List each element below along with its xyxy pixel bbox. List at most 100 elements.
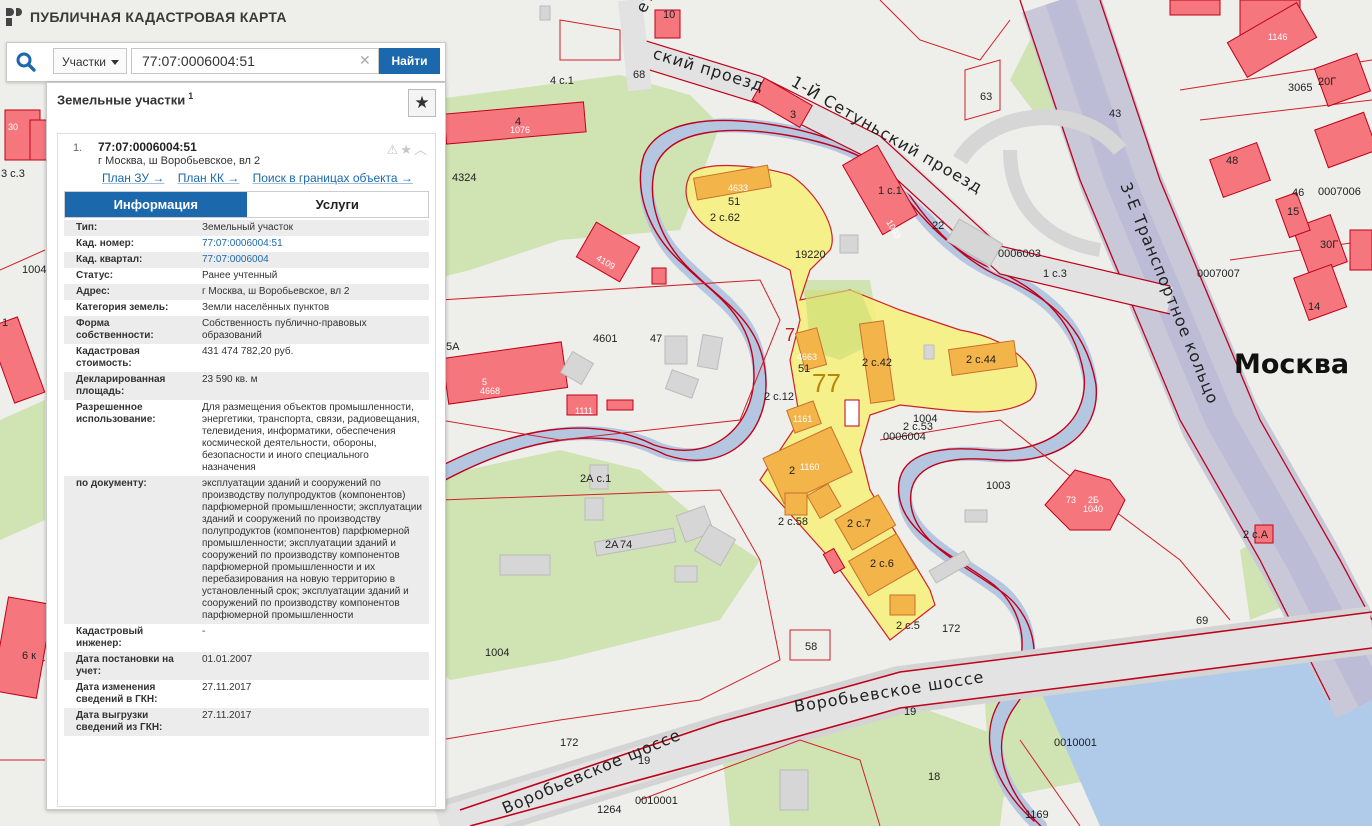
info-value: Собственность публично-правовых образова… [186,316,429,344]
info-row: по документу: эксплуатации зданий и соору… [64,476,429,624]
result-count: 1 [188,91,194,101]
svg-text:2 с.6: 2 с.6 [870,558,894,570]
info-value: 27.11.2017 [186,708,429,736]
svg-text:19220: 19220 [795,249,826,261]
chevron-up-icon[interactable]: ︿ [414,142,429,157]
svg-text:2 с.7: 2 с.7 [847,518,871,530]
svg-text:0006004: 0006004 [883,431,926,443]
svg-text:22: 22 [932,220,944,232]
info-row: Кад. квартал: 77:07:0006004 [64,252,429,268]
info-label: Кадастровая стоимость: [76,346,140,369]
info-row: Кад. номер: 77:07:0006004:51 [64,236,429,252]
panel-title: Земельные участки 1 [57,91,193,107]
info-label: по документу: [64,476,186,624]
svg-text:172: 172 [942,623,960,635]
warning-icon[interactable]: ⚠ [387,142,401,157]
svg-text:1264: 1264 [597,804,621,816]
search-icon[interactable] [15,51,37,73]
info-value: 27.11.2017 [202,682,252,693]
info-value-link[interactable]: 77:07:0006004 [186,252,429,268]
svg-text:19: 19 [904,706,916,718]
info-value: 431 474 782,20 руб. [202,346,294,357]
svg-text:1169: 1169 [1025,809,1049,821]
svg-text:1003: 1003 [986,480,1010,492]
clear-icon[interactable]: ✕ [359,52,371,69]
svg-text:2 с.44: 2 с.44 [966,354,996,366]
svg-text:4 с.1: 4 с.1 [550,75,574,87]
tab-services[interactable]: Услуги [246,192,428,217]
object-type-label: Участки [62,55,106,69]
svg-text:1040: 1040 [1083,504,1103,514]
tab-information[interactable]: Информация [65,192,247,217]
info-value: Для размещения объектов промышленности, … [202,402,420,473]
search-in-bounds-link[interactable]: Поиск в границах объекта → [253,171,413,185]
svg-text:1111: 1111 [575,406,593,416]
svg-text:2: 2 [789,465,795,477]
info-value: Земли населённых пунктов [202,302,330,313]
svg-text:4663: 4663 [797,352,817,362]
result-card[interactable]: 1. 77:07:0006004:51 г Москва, ш Воробьев… [57,133,436,807]
find-button[interactable]: Найти [379,48,440,74]
cadastral-number[interactable]: 77:07:0006004:51 [98,140,197,154]
info-label: Декларированная площадь: [64,372,186,400]
svg-text:15: 15 [1287,206,1299,218]
svg-text:10: 10 [663,9,675,21]
svg-text:1004: 1004 [913,413,937,425]
info-label: Категория земель: [76,302,169,313]
info-table: Тип: Земельный участок Кад. номер: 77:07:00… [64,220,429,736]
svg-text:2 с.58: 2 с.58 [778,516,808,528]
info-row: Адрес: г Москва, ш Воробьевское, вл 2 [64,284,429,300]
info-label: Дата постановки на учет: [64,652,186,680]
plan-kk-link[interactable]: План КК → [178,171,240,185]
svg-text:2 с.62: 2 с.62 [710,212,740,224]
svg-text:3065: 3065 [1288,82,1312,94]
svg-text:73: 73 [1066,495,1076,505]
info-value: 01.01.2007 [186,652,429,680]
search-bar: Участки ✕ Найти [6,42,446,82]
svg-text:0006003: 0006003 [998,248,1041,260]
svg-text:4633: 4633 [728,183,748,193]
info-label: Статус: [76,270,114,281]
search-input[interactable] [131,48,379,74]
svg-text:1004: 1004 [22,264,46,276]
svg-text:30: 30 [8,122,18,132]
info-label: Кадастровый инженер: [76,626,144,649]
info-value: г Москва, ш Воробьевское, вл 2 [186,284,429,300]
favorite-button[interactable]: ★ [408,89,436,117]
info-row: Декларированная площадь: 23 590 кв. м [64,372,429,400]
svg-text:48: 48 [1226,155,1238,167]
card-tabs: Информация Услуги [64,191,429,218]
svg-text:14: 14 [1308,301,1320,313]
info-value: - [202,626,206,637]
info-value: Земельный участок [186,220,429,236]
svg-text:1004: 1004 [485,647,509,659]
logo-icon [6,8,24,26]
star-outline-icon[interactable]: ★ [400,142,414,157]
svg-text:51: 51 [728,196,740,208]
result-index: 1. [73,142,83,154]
svg-text:1161: 1161 [793,414,812,424]
svg-text:1160: 1160 [800,462,819,472]
info-value-link[interactable]: 77:07:0006004:51 [186,236,429,252]
info-row: Разрешенное использование: Для размещения… [64,400,429,476]
app-title: ПУБЛИЧНАЯ КАДАСТРОВАЯ КАРТА [30,9,287,25]
info-label: Кад. квартал: [64,252,186,268]
card-links: План ЗУ → План КК → Поиск в границах объ… [102,171,423,185]
svg-text:4324: 4324 [452,172,476,184]
svg-text:20Г: 20Г [1318,76,1336,88]
svg-text:43: 43 [1109,108,1121,120]
svg-text:4601: 4601 [593,333,617,345]
info-label: Адрес: [64,284,186,300]
svg-text:0010001: 0010001 [1054,737,1097,749]
info-label: Дата выгрузки сведений из ГКН: [64,708,186,736]
svg-text:3: 3 [790,109,796,121]
info-row: Статус: Ранее учтенный [64,268,429,284]
svg-text:172: 172 [560,737,578,749]
svg-text:69: 69 [1196,615,1208,627]
info-value: 23 590 кв. м [186,372,429,400]
svg-text:Москва: Москва [1234,349,1349,380]
svg-text:1076: 1076 [510,125,530,135]
info-row: Форма собственности: Собственность публич… [64,316,429,344]
object-type-select[interactable]: Участки [53,48,127,74]
plan-zu-link[interactable]: План ЗУ → [102,171,164,185]
